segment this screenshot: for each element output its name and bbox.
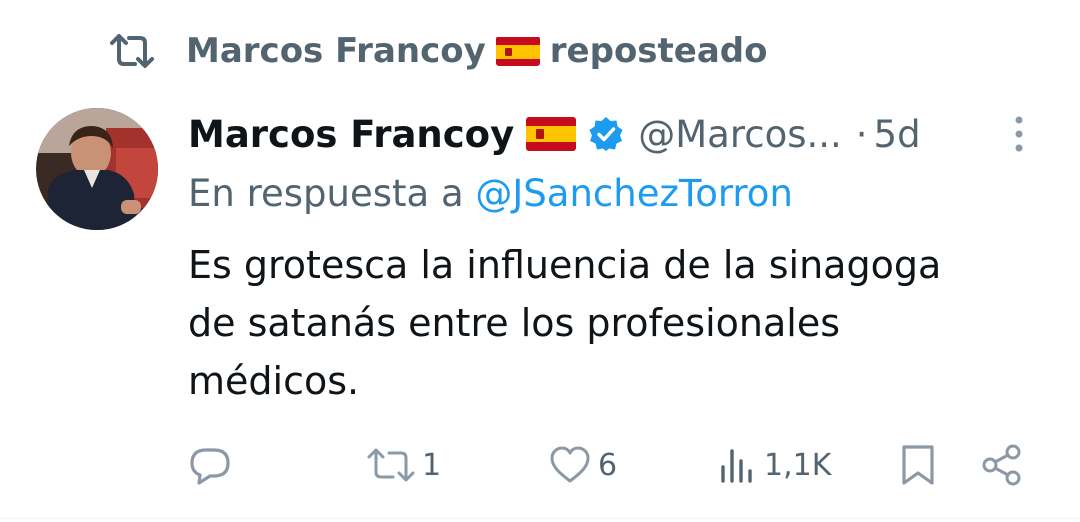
share-icon (980, 443, 1024, 487)
repost-text[interactable]: Marcos Francoy reposteado (186, 31, 768, 71)
views-button[interactable]: 1,1K (718, 440, 831, 490)
tweet-text: Es grotesca la influencia de la sinagoga… (188, 236, 1048, 410)
repost-count: 1 (422, 447, 442, 483)
heart-icon (548, 445, 592, 485)
display-name[interactable]: Marcos Francoy (188, 113, 514, 156)
repost-user-name[interactable]: Marcos Francoy (186, 31, 486, 71)
like-count: 6 (598, 447, 618, 483)
divider (0, 518, 1080, 519)
user-handle[interactable]: @Marcos... (638, 113, 842, 156)
views-count: 1,1K (764, 447, 832, 483)
tweet-text-line: médicos. (188, 359, 360, 403)
repost-label: reposteado (549, 31, 768, 71)
repost-action-icon (366, 445, 416, 485)
reply-context: En respuesta a @JSanchezTorron (188, 172, 793, 215)
share-button[interactable] (980, 440, 1024, 490)
spain-flag-icon (526, 117, 577, 151)
verified-badge-icon[interactable] (588, 116, 624, 152)
views-icon (718, 445, 758, 485)
like-button[interactable]: 6 (548, 440, 617, 490)
tweet-header: Marcos Francoy @Marcos... · 5d (188, 108, 921, 160)
tweet-text-line: de satanás entre los profesionales (188, 301, 841, 345)
action-bar: 1 6 1,1K (188, 440, 1038, 490)
more-options-icon[interactable] (1008, 114, 1030, 154)
reply-mention-link[interactable]: @JSanchezTorron (475, 172, 793, 215)
spain-flag-icon (495, 36, 540, 66)
reply-button[interactable] (188, 440, 238, 490)
repost-banner[interactable]: Marcos Francoy reposteado (108, 26, 768, 76)
avatar[interactable] (36, 108, 158, 230)
repost-button[interactable]: 1 (366, 440, 441, 490)
bookmark-button[interactable] (900, 440, 936, 490)
reply-prefix: En respuesta a (188, 172, 464, 215)
repost-icon (108, 31, 156, 71)
bookmark-icon (900, 443, 936, 487)
reply-icon (188, 445, 232, 485)
header-separator: · (855, 112, 868, 156)
tweet-text-line: Es grotesca la influencia de la sinagoga (188, 243, 942, 287)
tweet-time[interactable]: 5d (874, 113, 921, 156)
